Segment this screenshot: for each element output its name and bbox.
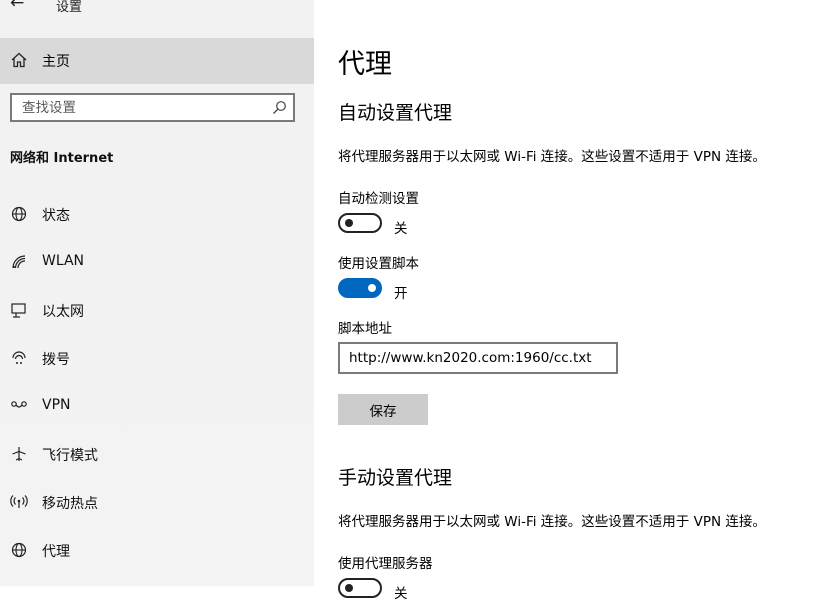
app-title: 设置: [56, 0, 83, 15]
sidebar-item-airplane[interactable]: 飞行模式: [0, 432, 314, 476]
toggle-knob: [368, 284, 376, 292]
sidebar-item-label: 飞行模式: [42, 448, 98, 464]
sidebar-item-wlan[interactable]: WLAN: [0, 240, 314, 284]
use-script-toggle[interactable]: [338, 278, 382, 298]
script-address-label: 脚本地址: [338, 321, 392, 337]
auto-detect-label: 自动检测设置: [338, 191, 419, 207]
home-icon: [10, 51, 28, 69]
vpn-icon: [10, 397, 28, 415]
wifi-icon: [10, 253, 28, 271]
sidebar-item-label: 拨号: [42, 352, 70, 368]
back-arrow-icon[interactable]: ←: [10, 0, 24, 13]
toggle-knob: [345, 584, 353, 592]
sidebar-item-label: 代理: [42, 544, 70, 560]
sidebar-section-title: 网络和 Internet: [10, 151, 114, 166]
sidebar-item-label: 状态: [42, 208, 70, 224]
search-icon[interactable]: [272, 100, 287, 115]
use-proxy-state: 关: [394, 586, 408, 602]
sidebar-item-label: 主页: [42, 54, 70, 70]
sidebar: ← 设置 主页 网络和 Internet 状态 WLAN 以太网: [0, 0, 314, 586]
toggle-knob: [345, 219, 353, 227]
sidebar-item-ethernet[interactable]: 以太网: [0, 288, 314, 332]
auto-proxy-heading: 自动设置代理: [338, 102, 453, 124]
use-proxy-label: 使用代理服务器: [338, 556, 433, 572]
script-address-box[interactable]: [338, 342, 618, 374]
use-script-state: 开: [394, 286, 408, 302]
save-button[interactable]: 保存: [338, 394, 428, 425]
airplane-icon: [10, 445, 28, 463]
use-proxy-toggle[interactable]: [338, 578, 382, 598]
manual-proxy-description: 将代理服务器用于以太网或 Wi-Fi 连接。这些设置不适用于 VPN 连接。: [338, 514, 766, 530]
main-content: 代理 自动设置代理 将代理服务器用于以太网或 Wi-Fi 连接。这些设置不适用于…: [314, 0, 828, 602]
sidebar-item-label: 以太网: [42, 304, 84, 320]
sidebar-item-label: WLAN: [42, 253, 85, 269]
sidebar-item-label: VPN: [42, 397, 71, 413]
ethernet-icon: [10, 301, 28, 319]
title-bar: ← 设置: [0, 0, 314, 18]
sidebar-item-home[interactable]: 主页: [0, 38, 314, 84]
auto-detect-state: 关: [394, 221, 408, 237]
use-script-label: 使用设置脚本: [338, 256, 419, 272]
globe-icon: [10, 541, 28, 559]
sidebar-item-proxy[interactable]: 代理: [0, 528, 314, 572]
sidebar-item-hotspot[interactable]: 移动热点: [0, 480, 314, 524]
hotspot-icon: [10, 493, 28, 511]
auto-proxy-description: 将代理服务器用于以太网或 Wi-Fi 连接。这些设置不适用于 VPN 连接。: [338, 149, 766, 165]
search-input[interactable]: [22, 96, 262, 120]
search-box[interactable]: [10, 93, 295, 122]
sidebar-item-vpn[interactable]: VPN: [0, 384, 314, 428]
sidebar-item-status[interactable]: 状态: [0, 192, 314, 236]
script-address-input[interactable]: [349, 345, 609, 371]
globe-icon: [10, 205, 28, 223]
sidebar-item-label: 移动热点: [42, 496, 98, 512]
auto-detect-toggle[interactable]: [338, 213, 382, 233]
dialup-icon: [10, 349, 28, 367]
page-title: 代理: [338, 49, 392, 80]
sidebar-item-dialup[interactable]: 拨号: [0, 336, 314, 380]
manual-proxy-heading: 手动设置代理: [338, 467, 453, 489]
